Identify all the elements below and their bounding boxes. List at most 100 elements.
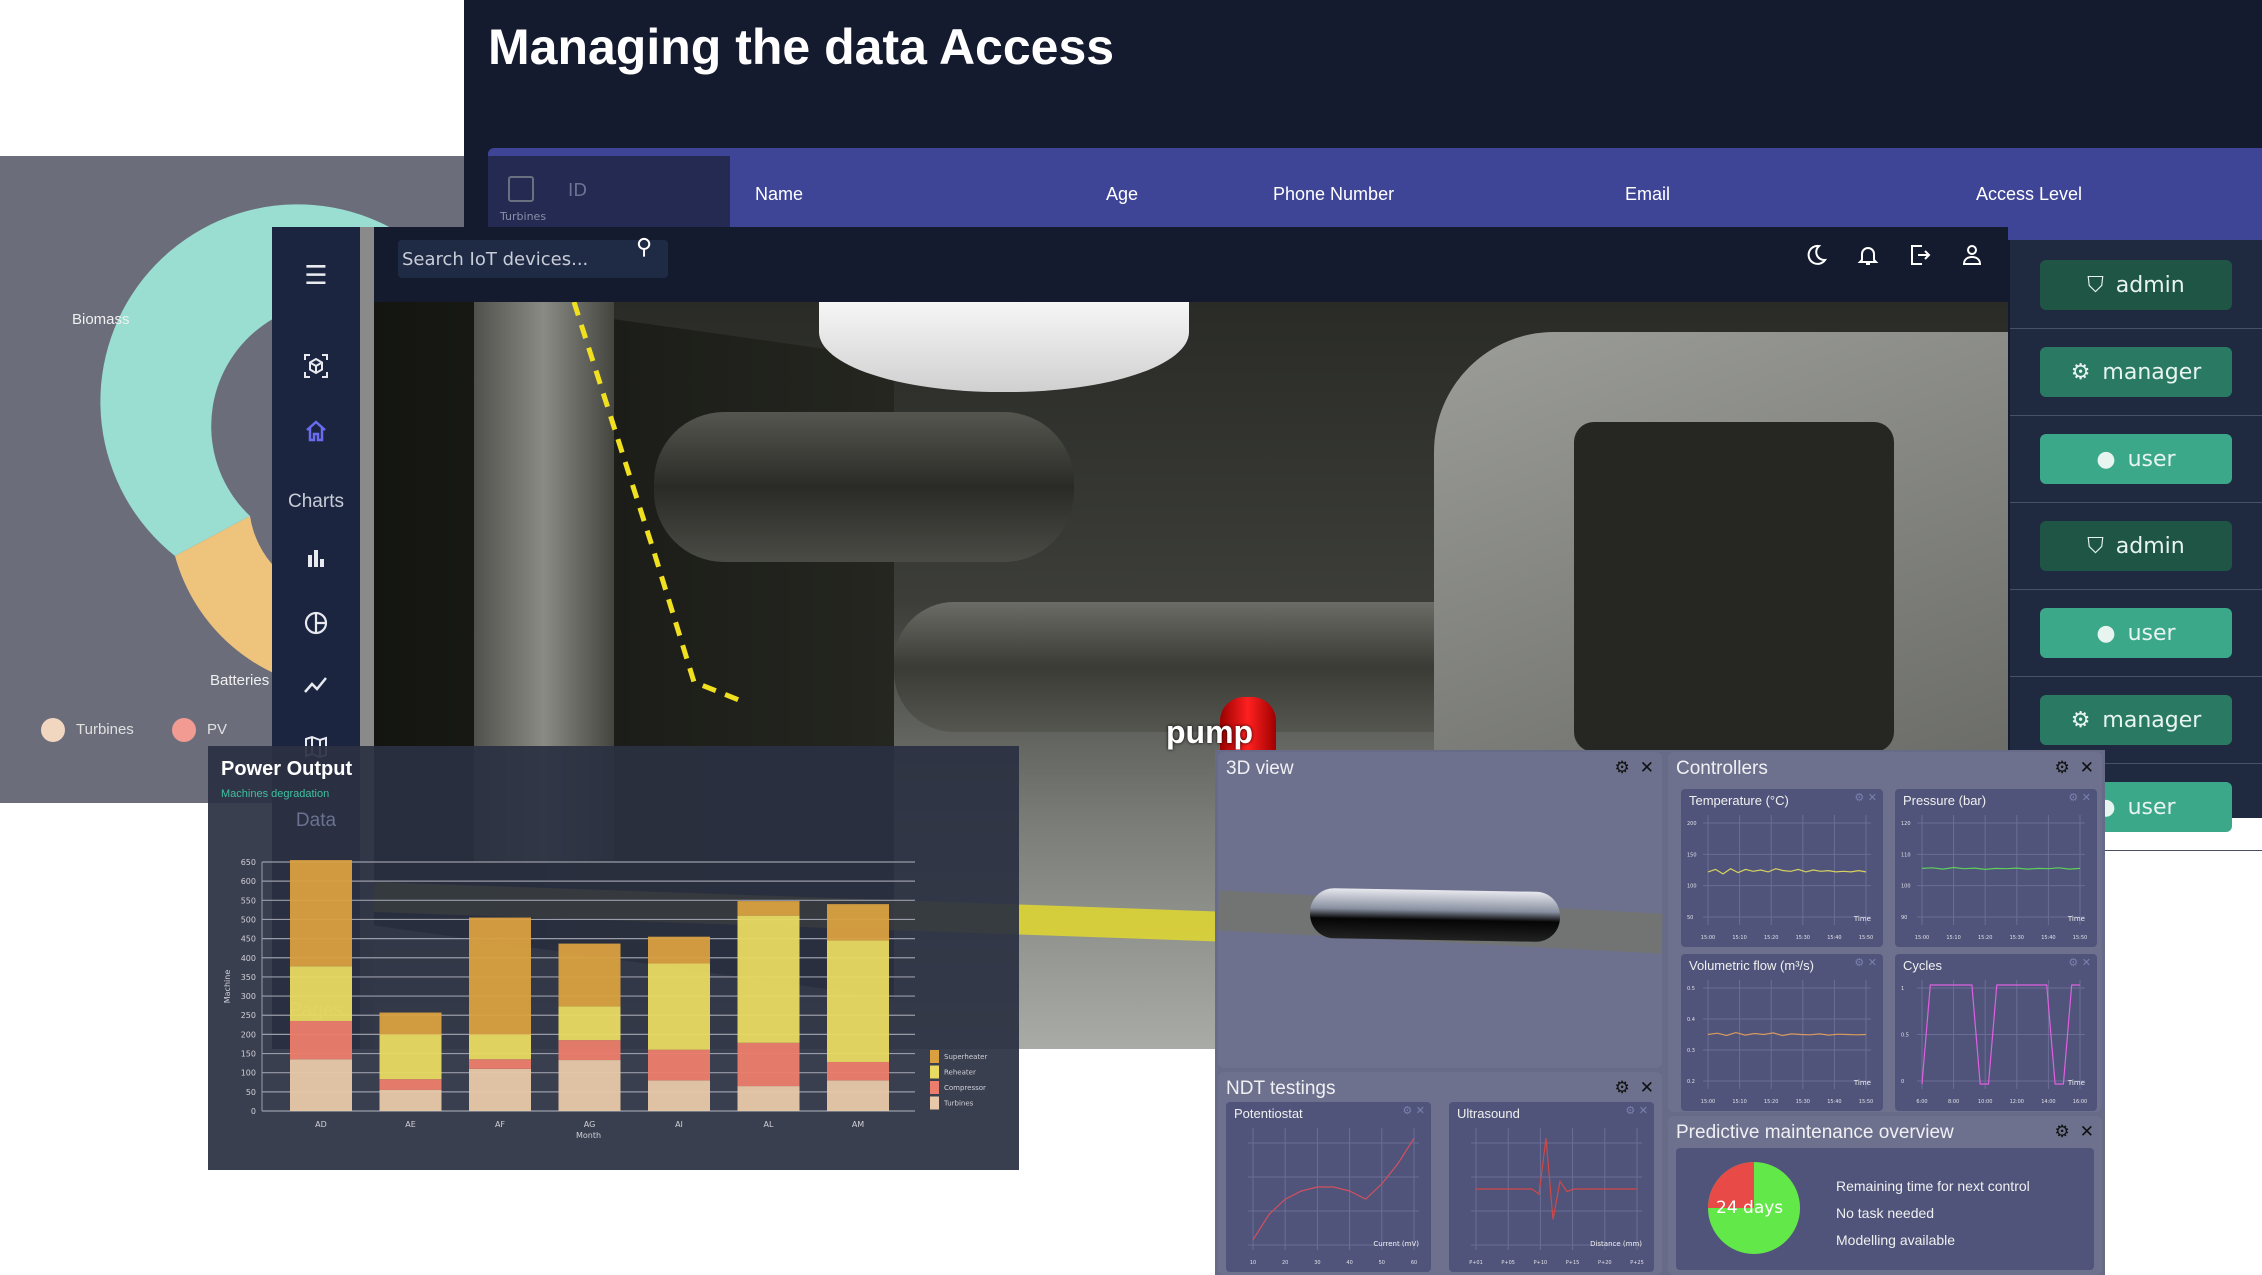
pie-chart-icon[interactable] <box>272 610 360 640</box>
role-label: user <box>2127 794 2176 820</box>
y-tick-label: 0 <box>251 1107 256 1116</box>
legend-dot-turbines <box>41 718 65 742</box>
legend-pv[interactable]: PV <box>207 721 227 738</box>
mini-chart-controls-icon[interactable]: ⚙ ✕ <box>1854 791 1877 804</box>
row-divider <box>2010 502 2262 503</box>
y-tick-label: 200 <box>1687 821 1697 827</box>
x-tick-label: AE <box>405 1120 416 1129</box>
gear-icon[interactable]: ⚙ <box>1615 758 1630 778</box>
mini-chart-controls-icon[interactable]: ⚙ ✕ <box>2068 791 2091 804</box>
search-icon[interactable]: ⚲ <box>636 235 652 260</box>
bar-compressor-AE <box>379 1079 442 1090</box>
legend-label-turbines: Turbines <box>943 1100 974 1108</box>
gear-icon[interactable]: ⚙ <box>1615 1078 1630 1098</box>
access-level-admin-button[interactable]: ⛉ admin <box>2040 260 2232 310</box>
bar-superheater-AL <box>737 901 800 916</box>
y-tick-label: 0.3 <box>1687 1048 1695 1054</box>
bar-turbines-AD <box>290 1059 352 1111</box>
column-header-age[interactable]: Age <box>1106 184 1138 205</box>
close-icon[interactable]: ✕ <box>1640 758 1654 778</box>
x-tick-label: 8:00 <box>1948 1099 1959 1105</box>
bar-chart-icon[interactable] <box>272 547 360 573</box>
y-tick-label: 100 <box>1901 884 1911 890</box>
y-tick-label: 600 <box>241 877 256 886</box>
access-level-manager-button[interactable]: ⚙ manager <box>2040 347 2232 397</box>
access-level-admin-button[interactable]: ⛉ admin <box>2040 521 2232 571</box>
notification-bell-icon[interactable] <box>1856 243 1880 267</box>
logout-icon[interactable] <box>1908 243 1932 267</box>
legend-turbines[interactable]: Turbines <box>76 721 134 738</box>
x-tick-label: 20 <box>1282 1260 1288 1266</box>
x-tick-label: 15:40 <box>1827 1099 1841 1105</box>
x-tick-label: 60 <box>1411 1260 1417 1266</box>
column-header-email[interactable]: Email <box>1625 184 1670 205</box>
mini-chart-controls-icon[interactable]: ⚙ ✕ <box>1854 956 1877 969</box>
gear-icon[interactable]: ⚙ <box>2055 758 2070 778</box>
legend-swatch-superheater <box>930 1050 939 1063</box>
mini-chart-controls-icon[interactable]: ⚙ ✕ <box>2068 956 2091 969</box>
role-label: manager <box>2102 707 2202 733</box>
user-gear-icon: ⚙ <box>2070 707 2091 733</box>
x-tick-label: 15:00 <box>1701 1099 1715 1105</box>
y-tick-label: 110 <box>1901 852 1911 858</box>
search-input[interactable]: Search IoT devices... <box>398 240 668 278</box>
bar-reheater-AG <box>558 1006 621 1041</box>
line-chart-icon[interactable] <box>272 674 360 700</box>
user-gear-icon: ⚙ <box>2070 359 2091 385</box>
x-tick-label: 14:00 <box>2041 1099 2055 1105</box>
select-all-checkbox[interactable] <box>508 176 534 202</box>
bar-superheater-AE <box>379 1012 442 1035</box>
data-series-line <box>1252 1137 1415 1241</box>
x-tick-label: 15:10 <box>1732 935 1746 941</box>
close-icon[interactable]: ✕ <box>1640 1078 1654 1098</box>
bar-turbines-AL <box>737 1086 800 1111</box>
access-level-user-button[interactable]: ● user <box>2040 608 2232 658</box>
access-level-manager-button[interactable]: ⚙ manager <box>2040 695 2232 745</box>
x-tick-label: P+15 <box>1566 1260 1580 1266</box>
x-tick-label: 50 <box>1379 1260 1385 1266</box>
mini-chart-controls-icon[interactable]: ⚙ ✕ <box>1402 1104 1425 1117</box>
mini-chart-title: Ultrasound <box>1457 1106 1520 1121</box>
column-header-phone[interactable]: Phone Number <box>1273 184 1394 205</box>
x-axis-label: Current (mV) <box>1373 1240 1419 1248</box>
x-tick-label: 12:00 <box>2010 1099 2024 1105</box>
cube-scan-icon[interactable] <box>272 353 360 383</box>
predictive-body: 24 days Remaining time for next control … <box>1676 1148 2094 1270</box>
bar-superheater-AF <box>469 917 531 1035</box>
y-tick-label: 200 <box>241 1030 256 1039</box>
status-line: Remaining time for next control <box>1836 1178 2030 1194</box>
bar-reheater-AE <box>379 1034 442 1080</box>
legend-label-reheater: Reheater <box>944 1069 976 1077</box>
bar-superheater-AG <box>558 943 621 1007</box>
access-level-user-button[interactable]: ● user <box>2040 434 2232 484</box>
x-axis-label: Time <box>2067 915 2085 923</box>
home-icon[interactable] <box>272 419 360 447</box>
x-tick-label: 30 <box>1314 1260 1320 1266</box>
close-icon[interactable]: ✕ <box>2080 758 2094 778</box>
legend-swatch-compressor <box>930 1081 939 1094</box>
bar-superheater-AM <box>827 904 889 941</box>
ultrasound-chart-plot: P+01 P+05 P+10 P+15 P+20 P+25 Distance (mm) <box>1469 1128 1644 1266</box>
mini-chart-controls-icon[interactable]: ⚙ ✕ <box>1625 1104 1648 1117</box>
column-header-access-level[interactable]: Access Level <box>1976 184 2082 205</box>
y-tick-label: 300 <box>241 992 256 1001</box>
column-header-name[interactable]: Name <box>755 184 803 205</box>
tank-3d-model[interactable] <box>1309 887 1561 943</box>
column-header-id[interactable]: ID <box>568 180 587 201</box>
bar-turbines-AM <box>827 1080 889 1111</box>
y-tick-label: 50 <box>1687 915 1693 921</box>
power-output-bar-chart: 0 50 100 150 200 250 300 350 400 450 500 550 600 650 A… <box>223 858 987 1140</box>
gear-icon[interactable]: ⚙ <box>2055 1122 2070 1142</box>
user-profile-icon[interactable] <box>1960 243 1984 267</box>
x-tick-label: 15:10 <box>1732 1099 1746 1105</box>
dark-mode-moon-icon[interactable] <box>1804 243 1828 267</box>
legend-label-superheater: Superheater <box>944 1053 987 1061</box>
pump-label: pump <box>1166 714 1254 750</box>
status-line: No task needed <box>1836 1205 1935 1221</box>
volumetric-flow-chart: 15:00 15:10 15:20 15:30 15:40 15:50 0.5 0.4 0.3 0… <box>1681 954 1883 1111</box>
y-axis-label: Machine <box>223 970 232 1004</box>
menu-icon[interactable]: ☰ <box>272 261 360 291</box>
y-tick-label: 650 <box>241 858 256 867</box>
row-divider <box>2010 328 2262 329</box>
close-icon[interactable]: ✕ <box>2080 1122 2094 1142</box>
